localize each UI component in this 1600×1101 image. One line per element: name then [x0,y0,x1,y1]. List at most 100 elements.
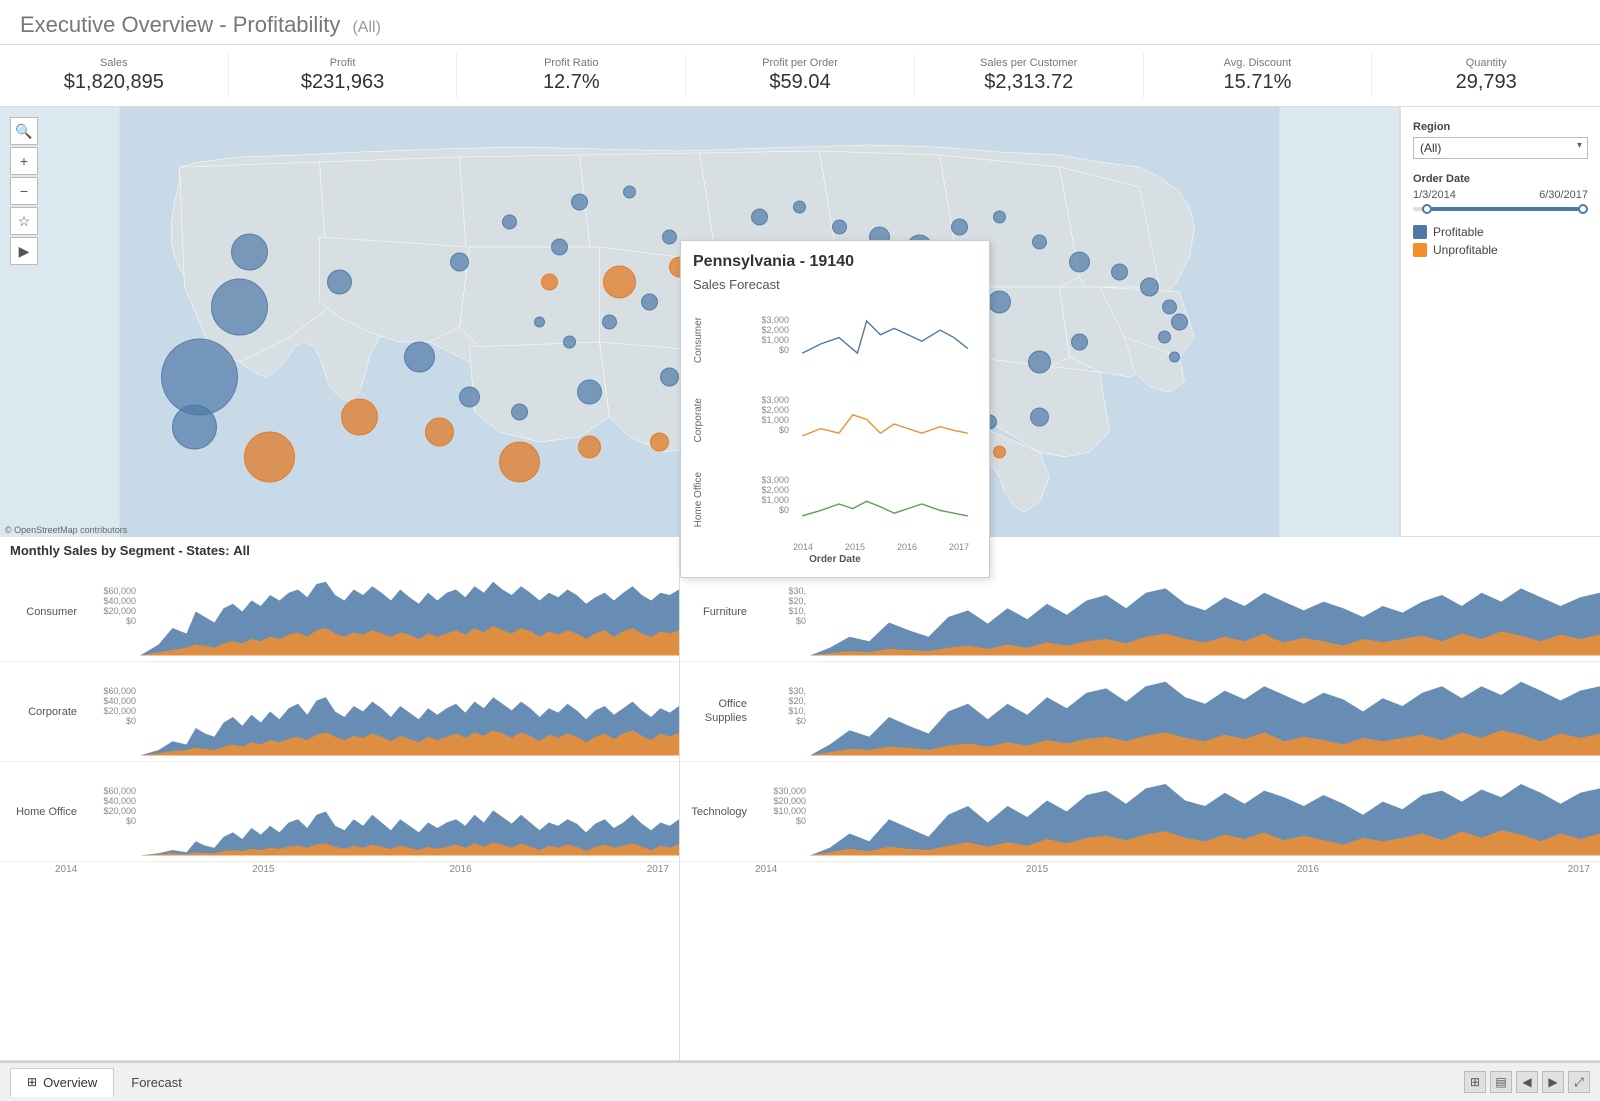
kpi-profit: Profit$231,963 [229,53,458,98]
office-supplies-row: OfficeSupplies $30,$20,$10,$0 [680,662,1600,762]
tab-overview[interactable]: ⊞ Overview [10,1068,114,1097]
kpi-label-6: Quantity [1382,57,1590,69]
map-attribution: © OpenStreetMap contributors [5,525,127,535]
home-office-y-axis: $60,000$40,000$20,000$0 [85,781,140,842]
bubble[interactable] [663,230,677,244]
bubble[interactable] [232,234,268,270]
kpi-value-1: $231,963 [239,71,447,94]
bubble[interactable] [535,317,545,327]
bubble[interactable] [564,336,576,348]
bubble[interactable] [451,253,469,271]
tab-forecast[interactable]: Forecast [114,1068,199,1097]
bubble[interactable] [578,380,602,404]
nav-prev-btn[interactable]: ◀ [1516,1071,1538,1093]
page-title: Executive Overview - Profitability (All) [20,12,1580,38]
bubble[interactable] [603,315,617,329]
tab-forecast-label: Forecast [131,1075,182,1090]
bubble[interactable] [1031,408,1049,426]
map-tools: 🔍 + − ☆ ▶ [10,117,38,265]
bubble[interactable] [752,209,768,225]
bubble[interactable] [1070,252,1090,272]
right-x-axis: 2014201520162017 [680,862,1600,877]
bubble-unprofitable[interactable] [542,274,558,290]
nav-next-btn[interactable]: ▶ [1542,1071,1564,1093]
kpi-avg-discount: Avg. Discount15.71% [1144,53,1373,98]
tooltip-homeoffice-row: Home Office $3,000$2,000$1,000$0 [693,460,977,540]
bubble[interactable] [503,215,517,229]
date-end: 6/30/2017 [1539,189,1588,201]
corporate-y-axis: $60,000$40,000$20,000$0 [85,681,140,742]
bubble[interactable] [1159,331,1171,343]
nav-list-btn[interactable]: ▤ [1490,1071,1512,1093]
bubble[interactable] [661,368,679,386]
bubble-unprofitable[interactable] [342,399,378,435]
bubble[interactable] [552,239,568,255]
region-select[interactable]: (All) [1413,137,1588,159]
consumer-chart [140,562,679,661]
map-play-btn[interactable]: ▶ [10,237,38,265]
date-slider-right-thumb[interactable] [1578,204,1588,214]
home-office-label: Home Office [0,806,85,818]
bubble[interactable] [1170,352,1180,362]
bubble[interactable] [994,211,1006,223]
title-text: Executive Overview - Profitability [20,12,340,37]
bubble[interactable] [1033,235,1047,249]
bubble-unprofitable[interactable] [604,266,636,298]
left-chart-state: All [233,543,250,558]
kpi-value-4: $2,313.72 [925,71,1133,94]
map-search-btn[interactable]: 🔍 [10,117,38,145]
kpi-value-5: 15.71% [1154,71,1362,94]
kpi-value-6: 29,793 [1382,71,1590,94]
bubble[interactable] [405,342,435,372]
tooltip-chart-area: Consumer $3,000$2,000$1,000$0 Corporate … [693,300,977,565]
bubble[interactable] [1172,314,1188,330]
bubble[interactable] [572,194,588,210]
bubble[interactable] [1029,351,1051,373]
date-slider-fill [1422,207,1580,211]
bubble[interactable] [328,270,352,294]
bubble[interactable] [624,186,636,198]
bubble[interactable] [794,201,806,213]
bubble[interactable] [642,294,658,310]
kpi-profit-per-order: Profit per Order$59.04 [686,53,915,98]
furniture-label: Furniture [680,606,755,618]
map-zoom-in-btn[interactable]: + [10,147,38,175]
consumer-row: Consumer $60,000$40,000$20,000$0 [0,562,679,662]
bubble[interactable] [173,405,217,449]
nav-grid-btn[interactable]: ⊞ [1464,1071,1486,1093]
bubble-unprofitable[interactable] [245,432,295,482]
bubble[interactable] [212,279,268,335]
legend-profitable: Profitable [1413,225,1588,239]
date-slider-left-thumb[interactable] [1422,204,1432,214]
map-star-btn[interactable]: ☆ [10,207,38,235]
region-label: Region [1413,121,1588,133]
bubble[interactable] [1112,264,1128,280]
bubble[interactable] [952,219,968,235]
map-zoom-out-btn[interactable]: − [10,177,38,205]
kpi-sales-per-customer: Sales per Customer$2,313.72 [915,53,1144,98]
bubble[interactable] [460,387,480,407]
bubble[interactable] [1163,300,1177,314]
tab-bar: ⊞ Overview Forecast ⊞ ▤ ◀ ▶ ⤢ [0,1061,1600,1101]
bubble-unprofitable[interactable] [500,442,540,482]
bubble[interactable] [833,220,847,234]
nav-expand-btn[interactable]: ⤢ [1568,1071,1590,1093]
bubble[interactable] [989,291,1011,313]
bubble[interactable] [512,404,528,420]
bubble[interactable] [162,339,238,415]
tab-overview-label: Overview [43,1075,97,1090]
kpi-quantity: Quantity 29,793 [1372,53,1600,98]
profitable-icon [1413,225,1427,239]
left-chart-title: Monthly Sales by Segment - States: All [0,543,679,562]
bubble-unprofitable[interactable] [651,433,669,451]
bubble-unprofitable[interactable] [426,418,454,446]
kpi-value-0: $1,820,895 [10,71,218,94]
bubble-unprofitable[interactable] [579,436,601,458]
date-filter: Order Date 1/3/2014 6/30/2017 [1413,173,1588,211]
tooltip-homeoffice-label: Home Office [693,472,753,527]
bubble-unprofitable[interactable] [994,446,1006,458]
tab-navigation: ⊞ ▤ ◀ ▶ ⤢ [1464,1071,1590,1093]
date-slider-track[interactable] [1413,207,1588,211]
bubble[interactable] [1072,334,1088,350]
bubble[interactable] [1141,278,1159,296]
